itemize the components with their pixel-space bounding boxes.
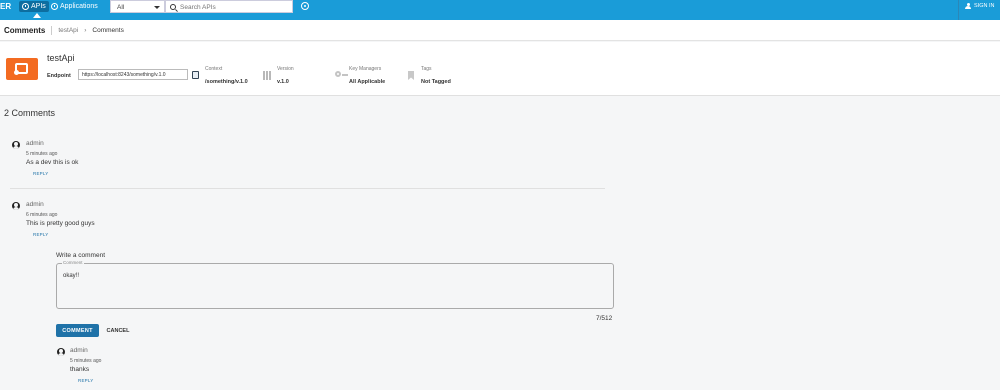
- chevron-down-icon: [154, 6, 160, 9]
- tag-icon: [408, 71, 414, 80]
- top-navigation-bar: ER APIs Applications All SIGN IN: [0, 0, 1000, 20]
- tab-apis-label: APIs: [31, 3, 46, 10]
- cancel-button[interactable]: CANCEL: [103, 324, 133, 337]
- reply-text: thanks: [70, 366, 90, 373]
- endpoint-field[interactable]: https://localhost:8243/something/v.1.0: [78, 69, 188, 80]
- api-filter-select[interactable]: All: [110, 0, 165, 13]
- key-managers-label: Key Managers: [349, 66, 382, 72]
- tags-value: Not Tagged: [421, 79, 451, 85]
- comment-divider: [10, 188, 605, 189]
- cast-icon: [14, 63, 28, 75]
- reply-button[interactable]: REPLY: [33, 171, 48, 176]
- comment-text: This is pretty good guys: [26, 220, 95, 227]
- key-icon: [335, 71, 348, 77]
- write-comment-label: Write a comment: [56, 252, 106, 259]
- api-thumbnail: [6, 58, 38, 80]
- avatar: [12, 141, 20, 149]
- character-counter: 7/512: [596, 315, 613, 322]
- comment-field-legend: Comment: [62, 260, 84, 265]
- reply-button[interactable]: REPLY: [78, 378, 93, 383]
- search-field[interactable]: [165, 0, 293, 13]
- tab-applications[interactable]: Applications: [48, 1, 101, 12]
- brand-logo-text[interactable]: ER: [0, 2, 11, 11]
- copy-icon[interactable]: [192, 71, 199, 79]
- chevron-right-icon: ›: [84, 26, 87, 34]
- api-filter-value: All: [117, 4, 125, 11]
- reply-time: 5 minutes ago: [70, 358, 102, 364]
- user-icon: [965, 3, 971, 9]
- page-title: Comments: [4, 25, 46, 35]
- api-name: testApi: [47, 53, 75, 63]
- tags-label: Tags: [421, 66, 432, 72]
- user-menu[interactable]: SIGN IN: [958, 0, 1000, 20]
- breadcrumb-divider: [51, 25, 53, 35]
- version-icon: [263, 71, 273, 81]
- comment-textarea[interactable]: Comment okay!!: [56, 260, 614, 309]
- comment-submit-button[interactable]: COMMENT: [56, 324, 99, 337]
- comment-time: 6 minutes ago: [26, 212, 58, 218]
- reply-button[interactable]: REPLY: [33, 232, 48, 237]
- version-label: Version: [277, 66, 294, 72]
- tab-applications-label: Applications: [60, 3, 98, 10]
- breadcrumb-api-link[interactable]: testApi: [58, 27, 78, 34]
- tab-apis[interactable]: APIs: [19, 1, 49, 12]
- breadcrumb-current: Comments: [92, 26, 124, 34]
- applications-icon: [51, 3, 58, 10]
- context-label: Context: [205, 66, 223, 72]
- api-info-panel: testApi Endpoint https://localhost:8243/…: [0, 42, 1000, 96]
- help-icon[interactable]: [301, 2, 309, 10]
- key-managers-value: All Applicable: [349, 79, 386, 85]
- comments-heading: 2 Comments: [4, 108, 56, 118]
- comment-textarea-value: okay!!: [63, 273, 80, 279]
- search-input[interactable]: [180, 4, 289, 11]
- active-tab-indicator: [33, 13, 41, 18]
- endpoint-label: Endpoint: [47, 73, 71, 79]
- user-menu-label: SIGN IN: [974, 3, 995, 9]
- comment-author: admin: [26, 201, 44, 208]
- comment-time: 5 minutes ago: [26, 151, 58, 157]
- version-value: v.1.0: [277, 79, 289, 85]
- comment-text: As a dev this is ok: [26, 159, 79, 166]
- reply-author: admin: [70, 347, 88, 354]
- search-icon: [170, 4, 176, 10]
- avatar: [12, 202, 20, 210]
- api-icon: [22, 3, 29, 10]
- avatar: [57, 348, 65, 356]
- breadcrumb: Comments testApi › Comments: [0, 20, 1000, 41]
- context-value: /something/v.1.0: [205, 79, 248, 85]
- comment-author: admin: [26, 140, 44, 147]
